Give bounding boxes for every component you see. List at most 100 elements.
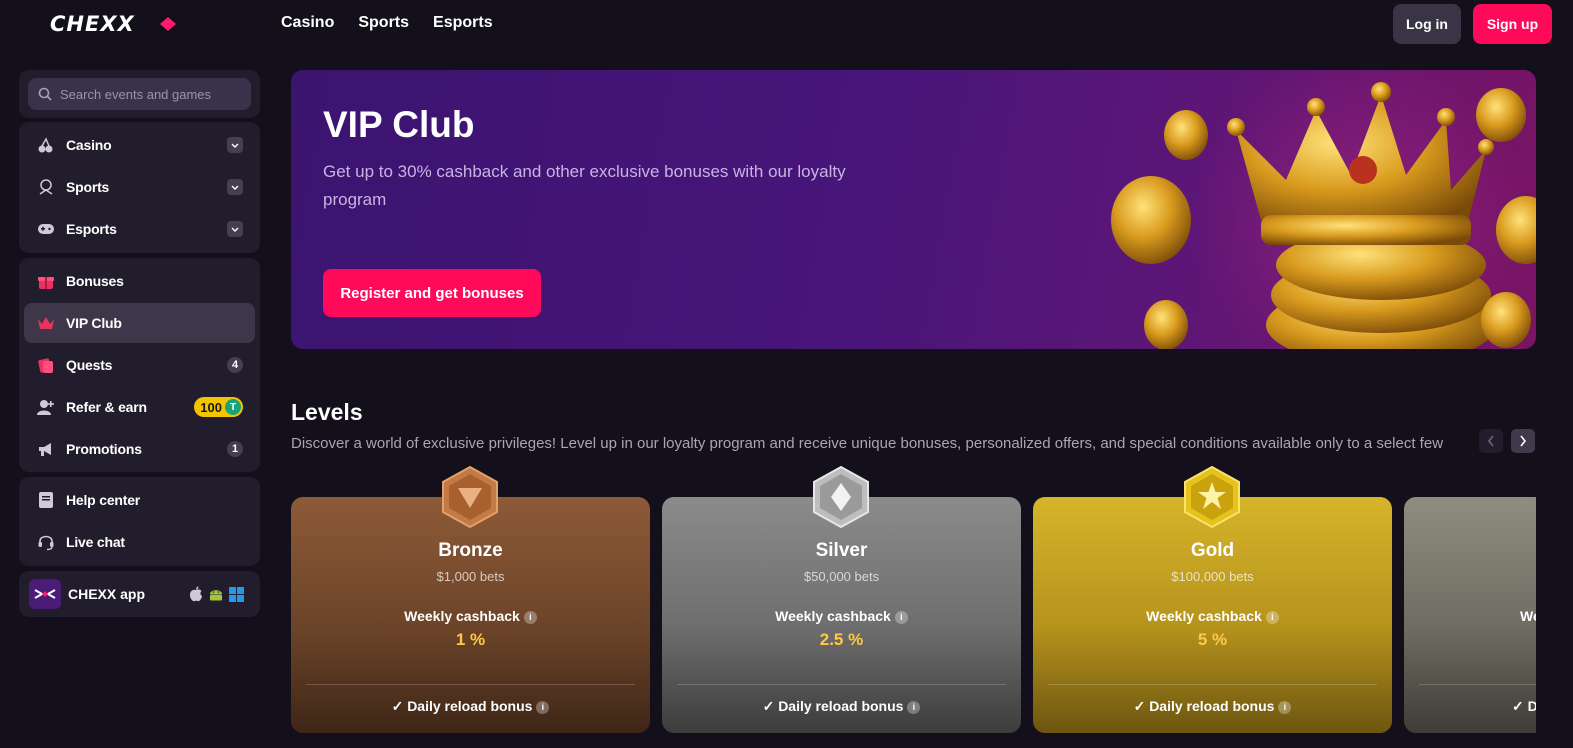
top-nav-esports[interactable]: Esports [433,14,493,32]
level-card-gold[interactable]: Gold $100,000 bets Weekly cashback i 5 % … [1033,497,1392,733]
sidebar-item-casino[interactable]: Casino [24,125,255,165]
sidebar-item-help-center[interactable]: Help center [24,480,255,520]
hero-title: VIP Club [323,104,475,145]
sports-icon [37,178,55,196]
card-divider [677,684,1006,685]
chexx-app-logo-icon [29,579,61,609]
card-divider [306,684,635,685]
weekly-cashback-label: Weekly cashback i [1033,608,1392,624]
sidebar-item-label: Casino [66,137,112,153]
cashback-value: 1 % [455,630,486,649]
search-icon [38,87,52,101]
search-input[interactable] [60,86,240,102]
level-name: Gold [1190,540,1235,561]
gift-icon [37,272,55,290]
sidebar-item-label: Help center [66,492,141,508]
check-icon: ✓ [391,698,408,714]
level-card-silver[interactable]: Silver $50,000 bets Weekly cashback i 2.5… [662,497,1021,733]
levels-description: Discover a world of exclusive privileges… [291,435,1444,452]
top-nav-casino[interactable]: Casino [281,14,334,32]
cashback-value: 5 % [1197,630,1228,649]
sidebar-item-label: Promotions [66,441,142,457]
sidebar-item-esports[interactable]: Esports [24,209,255,249]
sidebar-item-quests[interactable]: Quests 4 [24,345,255,385]
card-divider [1419,684,1536,685]
crown-icon [37,314,55,332]
info-icon[interactable]: i [907,700,921,714]
chevron-down-icon[interactable] [227,221,243,237]
signup-button[interactable]: Sign up [1473,4,1552,44]
sidebar-item-bonuses[interactable]: Bonuses [24,261,255,301]
search-box[interactable] [28,78,251,110]
info-icon[interactable]: i [536,700,550,714]
vip-club-hero-banner: VIP Club Get up to 30% cashback and othe… [291,70,1536,349]
hero-subtitle: Get up to 30% cashback and other exclusi… [323,162,846,209]
weekly-cashback-label: Weekly cashback i [662,608,1021,624]
megaphone-icon [37,440,55,458]
quests-count-badge: 4 [227,357,243,373]
level-bets: $1,000 bets [436,569,505,584]
sidebar-item-sports[interactable]: Sports [24,167,255,207]
sidebar-item-label: Live chat [66,534,125,550]
level-name: Bronze [438,540,503,561]
sidebar-item-refer-earn[interactable]: Refer & earn 100 T [24,387,255,427]
check-icon: ✓ [762,698,779,714]
apple-icon[interactable] [189,586,203,602]
card-divider [1048,684,1377,685]
gamepad-icon [37,220,55,238]
perk-item: ✓ Daily reload bonus i [291,698,650,715]
level-bets: $100,000 bets [1171,569,1254,584]
chevron-down-icon[interactable] [227,179,243,195]
perk-item: ✓ Daily reload bonus [1512,698,1536,714]
book-icon [37,491,55,509]
chexx-logo-mark: CHEXX [50,13,176,35]
svg-text:CHEXX: CHEXX [50,13,136,35]
chevron-right-icon [1520,435,1527,447]
top-nav-sports[interactable]: Sports [358,14,409,32]
sidebar-item-label: Bonuses [66,273,124,289]
chexx-app-label[interactable]: CHEXX app [68,586,145,602]
chevron-left-icon [1487,435,1494,447]
carousel-next-button[interactable] [1511,429,1535,453]
sidebar-item-label: Refer & earn [66,399,147,415]
chevron-down-icon[interactable] [227,137,243,153]
info-icon[interactable]: i [894,610,908,624]
level-card-bronze[interactable]: Bronze $1,000 bets Weekly cashback i 1 % … [291,497,650,733]
promotions-count-badge: 1 [227,441,243,457]
level-name: Silver [815,540,868,561]
bronze-badge-icon [442,466,498,528]
sidebar-item-label: VIP Club [66,315,122,331]
check-icon: ✓ [1133,698,1150,714]
sidebar-item-label: Esports [66,221,117,237]
login-button[interactable]: Log in [1393,4,1461,44]
app-platforms [189,586,244,602]
weekly-cashback-label: Weekly cashback i [291,608,650,624]
sidebar-item-promotions[interactable]: Promotions 1 [24,429,255,469]
weekly-cashback-label: Weekly cashback [1520,608,1536,624]
headset-icon [37,533,55,551]
cashback-value: 2.5 % [819,630,864,649]
sidebar-item-live-chat[interactable]: Live chat [24,522,255,562]
register-bonuses-button[interactable]: Register and get bonuses [323,269,541,317]
perk-item: ✓ Daily reload bonus i [1033,698,1392,715]
level-card-next[interactable]: Weekly cashback ✓ Daily reload bonus [1404,497,1536,733]
sidebar-item-label: Quests [66,357,113,373]
info-icon[interactable]: i [1278,700,1292,714]
sidebar-item-label: Sports [66,179,110,195]
android-icon[interactable] [208,586,224,602]
windows-icon[interactable] [229,586,244,602]
gold-badge-icon [1184,466,1240,528]
levels-heading: Levels [291,399,363,425]
level-bets: $50,000 bets [803,569,880,584]
perk-item: ✓ Daily reload bonus i [662,698,1021,715]
carousel-prev-button[interactable] [1479,429,1503,453]
refer-icon [37,398,55,416]
info-icon[interactable]: i [523,610,537,624]
refer-reward-badge: 100 T [194,397,243,417]
chexx-logo[interactable]: CHEXX [50,12,230,36]
quests-icon [37,356,55,374]
info-icon[interactable]: i [1265,610,1279,624]
sidebar-item-vip-club[interactable]: VIP Club [24,303,255,343]
tether-coin-icon: T [225,399,241,415]
silver-badge-icon [813,466,869,528]
